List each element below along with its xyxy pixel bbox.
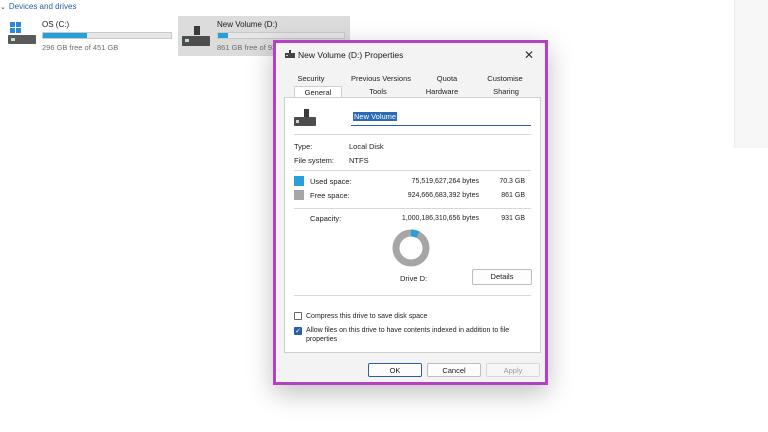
compress-label: Compress this drive to save disk space (306, 313, 428, 320)
drive-usage-bar (217, 32, 345, 39)
free-space-label: Free space: (310, 191, 350, 200)
volume-name-input[interactable]: New Volume (351, 112, 531, 126)
free-space-size: 861 GB (501, 192, 525, 199)
close-button[interactable]: ✕ (519, 46, 539, 64)
separator (294, 208, 531, 209)
hard-drive-icon (285, 50, 295, 58)
separator (294, 170, 531, 171)
used-space-size: 70.3 GB (499, 178, 525, 185)
tab-customise[interactable]: Customise (474, 73, 536, 84)
free-space-swatch (294, 190, 304, 200)
cancel-button[interactable]: Cancel (427, 363, 481, 377)
properties-dialog: New Volume (D:) Properties ✕ Security Pr… (273, 40, 548, 385)
used-space-swatch (294, 176, 304, 186)
tab-tools[interactable]: Tools (348, 86, 408, 97)
separator (294, 134, 531, 135)
file-system-label: File system: (294, 156, 335, 165)
used-space-label: Used space: (310, 177, 352, 186)
devices-and-drives-header[interactable]: ⌄ Devices and drives (0, 2, 76, 11)
dialog-title: New Volume (D:) Properties (298, 50, 404, 60)
file-system-value: NTFS (349, 156, 369, 165)
hard-drive-icon (182, 26, 210, 46)
drive-free-text: 296 GB free of 451 GB (42, 43, 119, 52)
dialog-titlebar[interactable]: New Volume (D:) Properties ✕ (276, 43, 545, 67)
capacity-label: Capacity: (310, 214, 342, 223)
index-checkbox[interactable]: ✓ (294, 327, 302, 335)
type-value: Local Disk (349, 142, 384, 151)
drive-label: Drive D: (400, 274, 428, 283)
apply-button[interactable]: Apply (486, 363, 540, 377)
used-space-bytes: 75,519,627,264 bytes (411, 178, 479, 185)
free-space-bytes: 924,666,683,392 bytes (407, 192, 479, 199)
section-title: Devices and drives (8, 2, 77, 11)
tab-sharing[interactable]: Sharing (476, 86, 536, 97)
drive-name: OS (C:) (42, 20, 70, 29)
general-tab-panel: New Volume Type: Local Disk File system:… (284, 98, 541, 353)
details-pane (734, 0, 768, 148)
ok-button[interactable]: OK (368, 363, 422, 377)
type-label: Type: (294, 142, 313, 151)
volume-name-text: New Volume (353, 112, 398, 121)
index-label: Allow files on this drive to have conten… (306, 327, 510, 343)
separator (294, 295, 531, 296)
hard-drive-icon (294, 109, 316, 126)
drive-usage-bar (42, 32, 172, 39)
tab-security[interactable]: Security (284, 73, 338, 84)
chevron-down-icon: ⌄ (0, 3, 6, 11)
tab-quota[interactable]: Quota (424, 73, 470, 84)
windows-drive-icon (8, 22, 36, 44)
capacity-size: 931 GB (501, 215, 525, 222)
tab-previous-versions[interactable]: Previous Versions (342, 73, 420, 84)
disk-usage-donut (392, 229, 430, 267)
details-button[interactable]: Details (472, 269, 532, 285)
compress-checkbox[interactable] (294, 312, 302, 320)
close-icon: ✕ (523, 48, 535, 62)
drive-item-c[interactable]: OS (C:) 296 GB free of 451 GB (6, 16, 174, 56)
capacity-bytes: 1,000,186,310,656 bytes (401, 215, 479, 222)
tab-hardware[interactable]: Hardware (412, 86, 472, 97)
drive-name: New Volume (D:) (217, 20, 278, 29)
